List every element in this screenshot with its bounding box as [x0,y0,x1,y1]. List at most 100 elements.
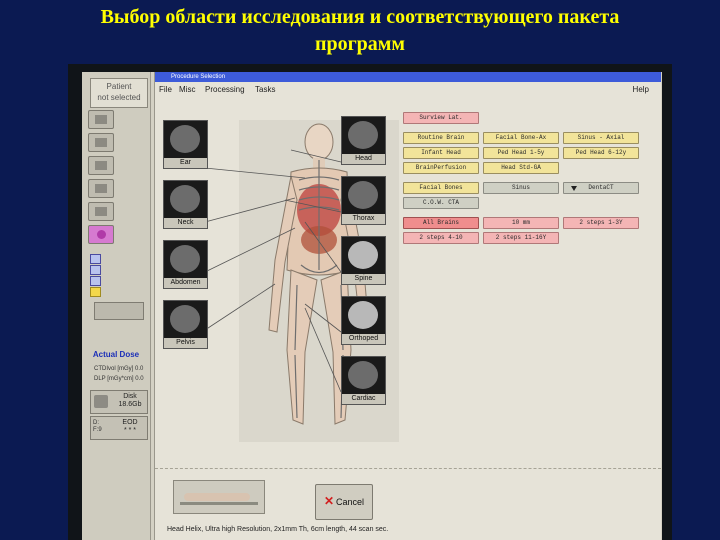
protocol-ped-head-1-5y[interactable]: Ped Head 1-5y [483,147,559,159]
protocol-2-steps-1-3y[interactable]: 2 steps 1-3Y [563,217,639,229]
region-orthoped[interactable]: Orthoped [341,296,386,345]
protocol-cow-cta[interactable]: C.O.W. CTA [403,197,479,209]
head-scan-image [348,121,378,149]
window-title: Procedure Selection [171,74,226,80]
scanner-screen-photo: Patient not selected Actual Dose CTDIvol… [68,64,672,540]
protocol-brain-perfusion[interactable]: BrainPerfusion [403,162,479,174]
table-icon [180,502,258,505]
system-icon [96,230,106,239]
ear-scan-image [170,125,200,153]
scan-icon [95,161,107,170]
patient-status-line1: Patient [106,82,132,91]
ctdi-value: 0.0 [135,366,144,372]
cardiac-scan-image [348,361,378,389]
region-ear[interactable]: Ear [163,120,208,169]
protocol-infant-head[interactable]: Infant Head [403,147,479,159]
mouse-cursor-icon [571,186,577,191]
region-spine-label: Spine [342,274,385,284]
slide-title-line1: Выбор области исследования и соответству… [100,6,620,28]
protocol-facial-bone-ax[interactable]: Facial Bone-Ax [483,132,559,144]
dlp-row: DLP [mGy*cm] 0.0 [94,376,144,382]
protocol-ped-head-6-12y[interactable]: Ped Head 6-12y [563,147,639,159]
actual-dose-title: Actual Dose [92,350,140,359]
protocol-status-line: Head Helix, Ultra high Resolution, 2x1mm… [167,526,389,533]
region-orthoped-label: Orthoped [342,334,385,344]
menu-processing[interactable]: Processing [205,85,245,94]
patient-list-button[interactable] [88,110,114,129]
film-icon [95,207,107,216]
eod-label: EOD [122,419,138,426]
protocol-10mm[interactable]: 10 mm [483,217,559,229]
procedure-selection-window: Procedure Selection File Misc Processing… [154,72,661,540]
menu-help[interactable]: Help [633,85,649,94]
dlp-value: 0.0 [135,376,144,382]
patient-table-button[interactable] [173,480,265,514]
window-titlebar: Procedure Selection [155,72,661,82]
patient-on-table-icon [184,493,250,501]
ctdi-label: CTDIvol [mGy] [94,366,134,372]
status-icon-1[interactable] [90,254,101,264]
region-head[interactable]: Head [341,116,386,165]
ctdi-row: CTDIvol [mGy] 0.0 [94,366,143,372]
region-cardiac[interactable]: Cardiac [341,356,386,405]
region-neck-label: Neck [164,218,207,228]
cancel-button-label: Cancel [336,497,365,507]
disk-status[interactable]: Disk 18.6Gb [90,390,148,414]
abdomen-scan-image [170,245,200,273]
protocol-head-std-ga[interactable]: Head Std-GA [483,162,559,174]
protocol-sinus[interactable]: Sinus [483,182,559,194]
system-button[interactable] [88,225,114,244]
orthoped-scan-image [348,301,378,329]
patient-status-line2: not selected [97,93,141,102]
region-spine[interactable]: Spine [341,236,386,285]
protocol-routine-brain[interactable]: Routine Brain [403,132,479,144]
region-abdomen[interactable]: Abdomen [163,240,208,289]
ct-console-screen: Patient not selected Actual Dose CTDIvol… [82,72,662,540]
region-neck[interactable]: Neck [163,180,208,229]
disk-icon [94,395,108,408]
status-icon-2[interactable] [90,265,101,275]
slide-title: Выбор области исследования и соответству… [0,4,720,58]
warning-icon[interactable] [90,287,101,297]
status-icon-3[interactable] [90,276,101,286]
region-thorax-label: Thorax [342,214,385,224]
separator [155,468,661,469]
region-pelvis[interactable]: Pelvis [163,300,208,349]
fs-label-1: D: [93,420,99,426]
disk-label: Disk [123,393,137,400]
region-ear-label: Ear [164,158,207,168]
tube-status-slider[interactable] [94,302,144,320]
menu-file[interactable]: File [159,85,172,94]
viewer-icon [95,184,107,193]
menu-tasks[interactable]: Tasks [255,85,275,94]
cancel-x-icon: ✕ [324,494,335,508]
viewer-button[interactable] [88,179,114,198]
cancel-button[interactable]: ✕ Cancel [315,484,373,520]
protocol-2-steps-11-16y[interactable]: 2 steps 11-16Y [483,232,559,244]
calendar-icon [95,138,107,147]
protocol-all-brains[interactable]: All Brains [403,217,479,229]
protocol-facial-bones[interactable]: Facial Bones [403,182,479,194]
protocol-sinus-axial[interactable]: Sinus - Axial [563,132,639,144]
region-thorax[interactable]: Thorax [341,176,386,225]
disk-value: 18.6Gb [118,401,142,408]
protocol-surview[interactable]: Surview Lat. [403,112,479,124]
slide-title-line2: программ [314,33,406,55]
region-cardiac-label: Cardiac [342,394,385,404]
scheduler-button[interactable] [88,133,114,152]
thorax-scan-image [348,181,378,209]
protocol-2-steps-4-10[interactable]: 2 steps 4-10 [403,232,479,244]
pelvis-scan-image [170,305,200,333]
dlp-label: DLP [mGy*cm] [94,376,134,382]
eod-status[interactable]: D: F:9 EOD * * * [90,416,148,440]
scan-button[interactable] [88,156,114,175]
patient-status-box[interactable]: Patient not selected [90,78,148,108]
film-button[interactable] [88,202,114,221]
region-abdomen-label: Abdomen [164,278,207,288]
list-icon [95,115,107,124]
menu-misc[interactable]: Misc [179,85,195,94]
fs-label-2: F:9 [93,427,102,433]
left-panel: Patient not selected Actual Dose CTDIvol… [82,72,151,540]
region-head-label: Head [342,154,385,164]
spine-scan-image [348,241,378,269]
